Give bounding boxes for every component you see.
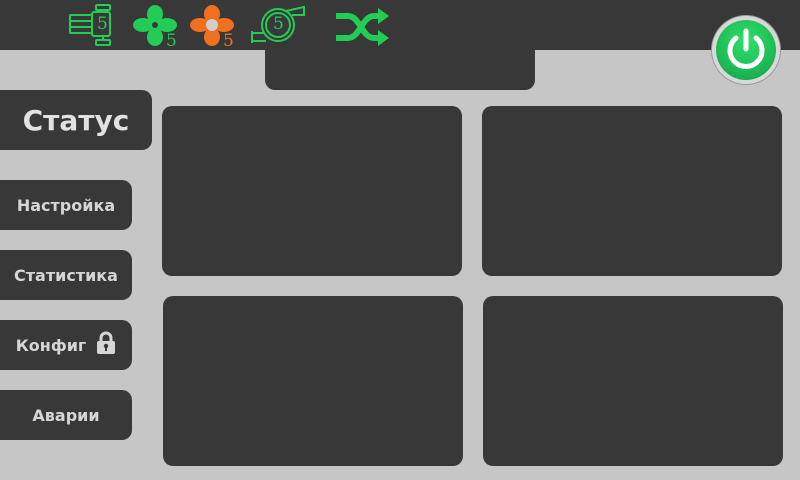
center-tab xyxy=(265,40,535,90)
nav-status-label: Статус xyxy=(22,103,130,137)
panel-top-left xyxy=(162,106,462,276)
panel-top-right xyxy=(482,106,782,276)
nav-settings-label: Настройка xyxy=(16,195,116,215)
nav-config-label: Конфиг xyxy=(15,335,87,355)
nav-alarms[interactable]: Аварии xyxy=(0,390,132,440)
panel-bottom-right xyxy=(483,296,783,466)
nav-settings[interactable]: Настройка xyxy=(0,180,132,230)
fan-orange-icon: 5 xyxy=(189,4,239,50)
power-button-frame xyxy=(712,16,780,84)
power-button[interactable] xyxy=(716,20,776,80)
fan-orange-count: 5 xyxy=(223,31,234,51)
nav-statistics[interactable]: Статистика xyxy=(0,250,132,300)
power-icon xyxy=(727,28,765,69)
valve-count: 5 xyxy=(97,14,108,34)
nav-alarms-label: Аварии xyxy=(32,405,100,425)
valve-icon: 5 xyxy=(68,4,114,46)
nav-status[interactable]: Статус xyxy=(0,90,152,150)
shuffle-icon[interactable] xyxy=(332,8,390,46)
nav-config[interactable]: Конфиг xyxy=(0,320,132,370)
fan-green-count: 5 xyxy=(166,31,177,51)
fan-green-icon: 5 xyxy=(132,4,182,50)
nav-statistics-label: Статистика xyxy=(14,265,118,285)
lock-icon xyxy=(96,331,116,359)
panel-bottom-left xyxy=(163,296,463,466)
pump-icon: 5 xyxy=(250,4,306,46)
pump-count: 5 xyxy=(273,14,284,34)
